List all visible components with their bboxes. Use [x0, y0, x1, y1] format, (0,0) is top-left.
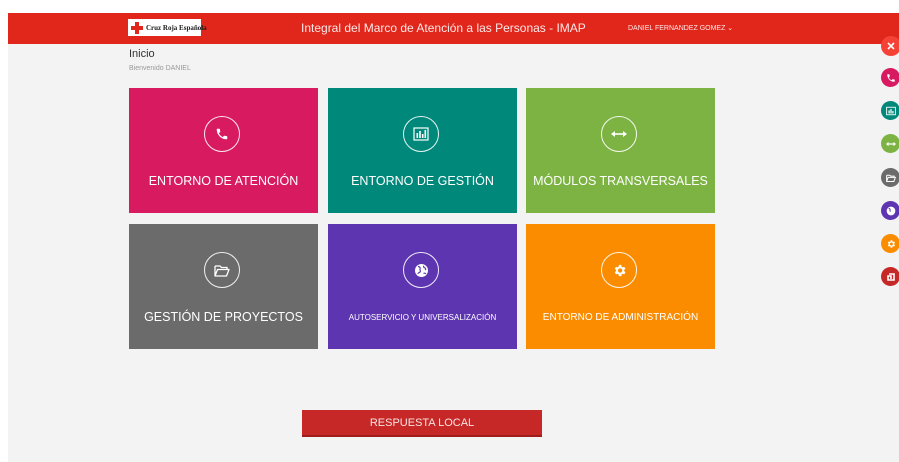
- main-content: Inicio Bienvenido DANIEL ENTORNO DE ATEN…: [8, 44, 899, 462]
- tile-label: AUTOSERVICIO Y UNIVERSALIZACIÓN: [348, 313, 497, 322]
- tile-entorno-administracion[interactable]: ENTORNO DE ADMINISTRACIÓN: [526, 224, 715, 349]
- gear-icon: [601, 252, 637, 288]
- tile-label: ENTORNO DE GESTIÓN: [351, 174, 494, 188]
- gear-icon[interactable]: [881, 234, 899, 253]
- cruz-roja-logo[interactable]: Cruz Roja Española: [128, 19, 207, 36]
- bar-chart-icon[interactable]: [881, 101, 899, 120]
- app-root: Cruz Roja Española Integral del Marco de…: [0, 0, 899, 462]
- red-cross-icon: [131, 21, 143, 34]
- user-menu[interactable]: DANIEL FERNANDEZ GOMEZ ⌄: [628, 24, 733, 32]
- tile-modulos-transversales[interactable]: MÓDULOS TRANSVERSALES: [526, 88, 715, 213]
- bar-chart-icon: [403, 116, 439, 152]
- close-icon[interactable]: [881, 36, 899, 56]
- globe-icon[interactable]: [881, 201, 899, 220]
- tile-autoservicio[interactable]: AUTOSERVICIO Y UNIVERSALIZACIÓN: [328, 224, 517, 349]
- local-response-icon[interactable]: [881, 267, 899, 286]
- tile-entorno-gestion[interactable]: ENTORNO DE GESTIÓN: [328, 88, 517, 213]
- welcome-message: Bienvenido DANIEL: [129, 65, 191, 72]
- page-title: Inicio: [129, 48, 155, 60]
- phone-icon[interactable]: [881, 68, 899, 87]
- phone-icon: [204, 116, 240, 152]
- arrows-horizontal-icon[interactable]: [881, 134, 899, 153]
- respuesta-local-button[interactable]: RESPUESTA LOCAL: [302, 410, 542, 437]
- logo-text: Cruz Roja Española: [146, 23, 207, 32]
- tile-label: GESTIÓN DE PROYECTOS: [144, 310, 303, 324]
- tile-label: MÓDULOS TRANSVERSALES: [533, 174, 708, 188]
- tile-entorno-atencion[interactable]: ENTORNO DE ATENCIÓN: [129, 88, 318, 213]
- top-bar: Cruz Roja Española Integral del Marco de…: [8, 13, 899, 44]
- tile-label: ENTORNO DE ATENCIÓN: [148, 174, 299, 188]
- app-title: Integral del Marco de Atención a las Per…: [301, 21, 586, 35]
- globe-icon: [403, 252, 439, 288]
- arrows-horizontal-icon: [601, 116, 637, 152]
- folder-open-icon[interactable]: [881, 168, 899, 187]
- tile-gestion-proyectos[interactable]: GESTIÓN DE PROYECTOS: [129, 224, 318, 349]
- tile-label: ENTORNO DE ADMINISTRACIÓN: [542, 312, 699, 323]
- folder-open-icon: [204, 252, 240, 288]
